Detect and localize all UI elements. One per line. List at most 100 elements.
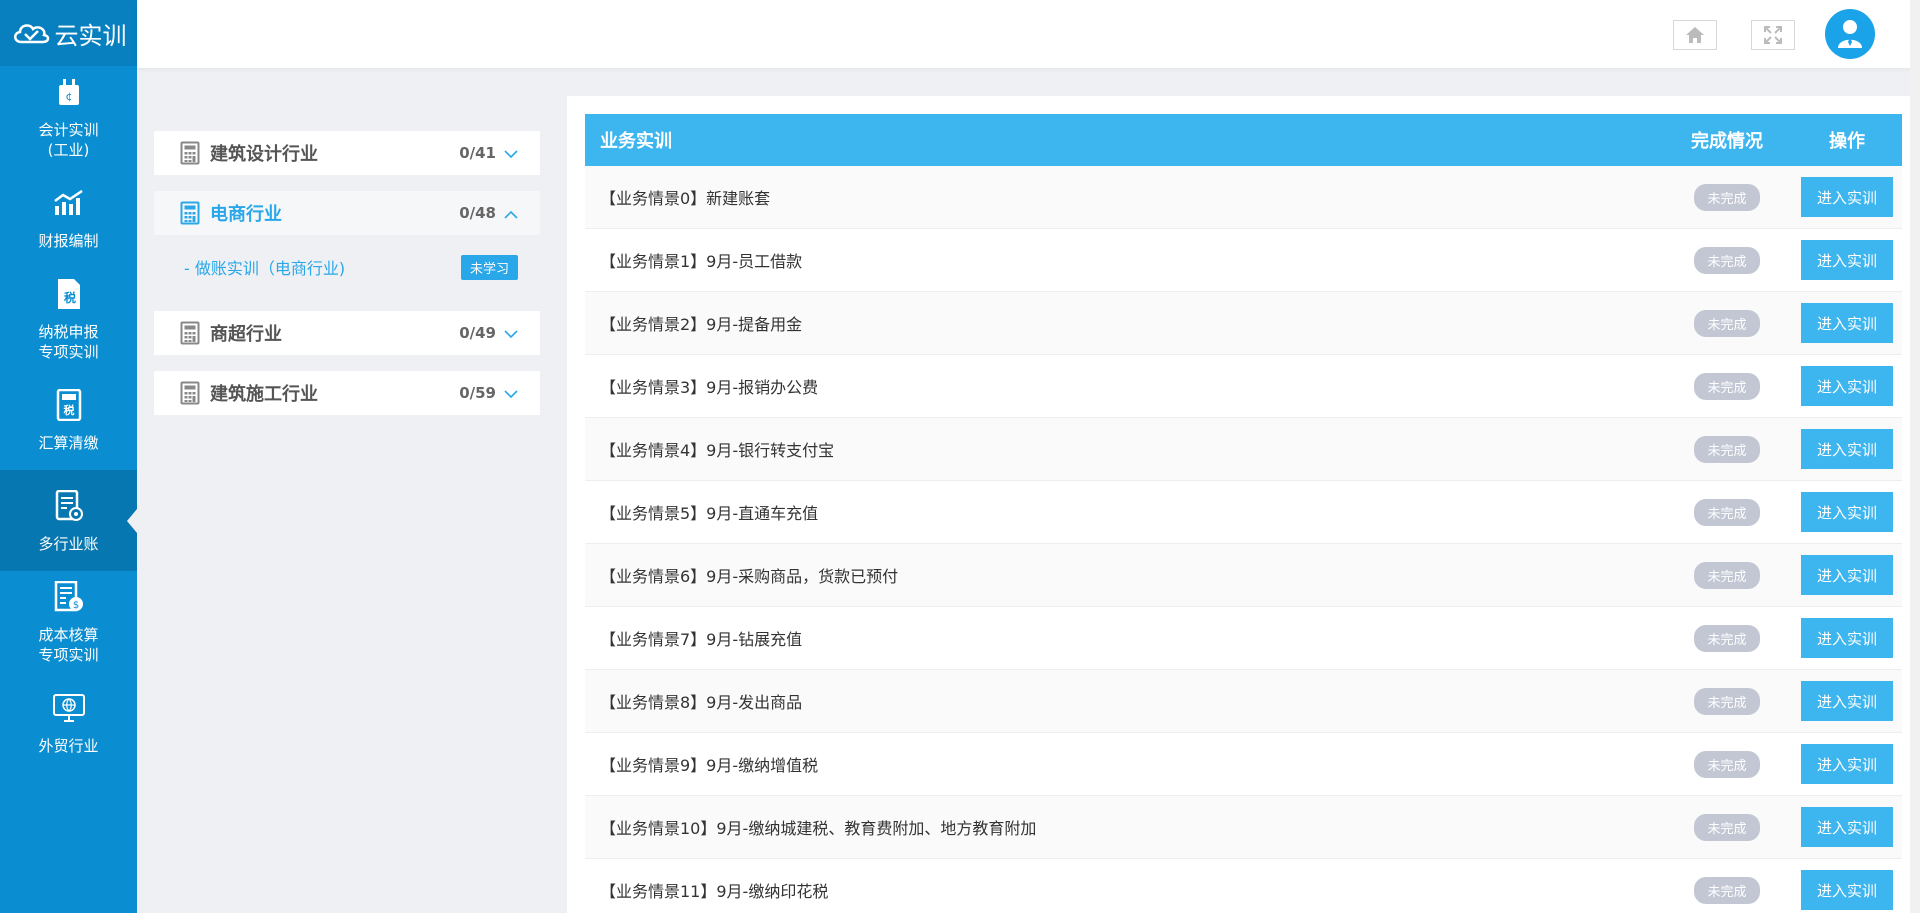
- header-action: 操作: [1829, 131, 1865, 152]
- table-row: 【业务情景8】9月-发出商品 未完成 进入实训: [585, 670, 1902, 733]
- category-3[interactable]: 建筑施工行业 0/59: [154, 371, 540, 415]
- category-name: 电商行业: [210, 204, 282, 225]
- status-badge: 未完成: [1694, 246, 1760, 274]
- chevron-down-icon: [504, 324, 518, 343]
- sidebar-item-label: 成本核算 专项实训: [38, 625, 99, 664]
- sidebar: 云实训 ¢ 会计实训 (工业) 财报编制税纳税申报 专项实训税汇算清缴 多行业账 $ 成本…: [0, 0, 137, 913]
- table-row: 【业务情景3】9月-报销办公费 未完成 进入实训: [585, 355, 1902, 418]
- status-cell: 未完成: [1662, 435, 1792, 463]
- category-0[interactable]: 建筑设计行业 0/41: [154, 131, 540, 175]
- action-cell: 进入实训: [1792, 303, 1902, 343]
- industry-category-panel: 建筑设计行业 0/41 电商行业 0/48 - 做账实训（电商行业) 未学习 商超行业 0/4…: [154, 131, 540, 431]
- sidebar-item-3[interactable]: 税汇算清缴: [0, 369, 137, 470]
- task-name: 【业务情景9】9月-缴纳增值税: [600, 756, 819, 775]
- status-badge: 未完成: [1694, 624, 1760, 652]
- action-cell: 进入实训: [1792, 555, 1902, 595]
- status-cell: 未完成: [1662, 246, 1792, 274]
- status-badge: 未完成: [1694, 183, 1760, 211]
- status-cell: 未完成: [1662, 750, 1792, 778]
- table-header: 业务实训 完成情况 操作: [585, 114, 1902, 166]
- enter-training-button[interactable]: 进入实训: [1801, 366, 1893, 406]
- chevron-up-icon: [504, 204, 518, 223]
- status-badge: 未学习: [460, 254, 518, 280]
- status-badge: 未完成: [1694, 498, 1760, 526]
- enter-training-button[interactable]: 进入实训: [1801, 744, 1893, 784]
- svg-text:税: 税: [63, 290, 75, 305]
- sidebar-item-1[interactable]: 财报编制: [0, 167, 137, 268]
- status-cell: 未完成: [1662, 876, 1792, 904]
- table-row: 【业务情景6】9月-采购商品，货款已预付 未完成 进入实训: [585, 544, 1902, 607]
- action-cell: 进入实训: [1792, 240, 1902, 280]
- task-name: 【业务情景10】9月-缴纳城建税、教育费附加、地方教育附加: [600, 819, 1037, 838]
- table-row: 【业务情景5】9月-直通车充值 未完成 进入实训: [585, 481, 1902, 544]
- status-cell: 未完成: [1662, 813, 1792, 841]
- chevron-down-icon: [504, 144, 518, 163]
- task-name: 【业务情景8】9月-发出商品: [600, 693, 803, 712]
- status-cell: 未完成: [1662, 561, 1792, 589]
- sidebar-item-2[interactable]: 税纳税申报 专项实训: [0, 268, 137, 369]
- enter-training-button[interactable]: 进入实训: [1801, 681, 1893, 721]
- training-list-panel: 业务实训 完成情况 操作 【业务情景0】新建账套 未完成 进入实训 【业务情景1】9月…: [567, 96, 1920, 913]
- page-scrollbar[interactable]: [1910, 0, 1920, 913]
- multi-ledger-icon: [51, 488, 87, 524]
- category-name: 商超行业: [210, 324, 282, 345]
- action-cell: 进入实训: [1792, 177, 1902, 217]
- brand-name: 云实训: [54, 21, 127, 50]
- category-count: 0/59: [459, 384, 496, 402]
- table-row: 【业务情景9】9月-缴纳增值税 未完成 进入实训: [585, 733, 1902, 796]
- chart-icon: [51, 185, 87, 221]
- action-cell: 进入实训: [1792, 366, 1902, 406]
- enter-training-button[interactable]: 进入实训: [1801, 429, 1893, 469]
- task-name: 【业务情景1】9月-员工借款: [600, 252, 803, 271]
- category-name: 建筑设计行业: [210, 144, 318, 165]
- calculator-icon: [180, 141, 200, 165]
- category-2[interactable]: 商超行业 0/49: [154, 311, 540, 355]
- task-name: 【业务情景3】9月-报销办公费: [600, 378, 819, 397]
- svg-text:¢: ¢: [65, 90, 72, 103]
- logo: 云实训: [0, 0, 137, 66]
- status-cell: 未完成: [1662, 687, 1792, 715]
- fullscreen-icon: [1764, 26, 1782, 44]
- table-row: 【业务情景4】9月-银行转支付宝 未完成 进入实训: [585, 418, 1902, 481]
- enter-training-button[interactable]: 进入实训: [1801, 555, 1893, 595]
- action-cell: 进入实训: [1792, 870, 1902, 910]
- task-name: 【业务情景5】9月-直通车充值: [600, 504, 819, 523]
- status-badge: 未完成: [1694, 372, 1760, 400]
- enter-training-button[interactable]: 进入实训: [1801, 870, 1893, 910]
- home-button[interactable]: [1673, 20, 1717, 50]
- sidebar-item-6[interactable]: 外贸行业: [0, 672, 137, 773]
- calculator-icon: [180, 381, 200, 405]
- table-row: 【业务情景2】9月-提备用金 未完成 进入实训: [585, 292, 1902, 355]
- enter-training-button[interactable]: 进入实训: [1801, 492, 1893, 532]
- table-row: 【业务情景1】9月-员工借款 未完成 进入实训: [585, 229, 1902, 292]
- enter-training-button[interactable]: 进入实训: [1801, 618, 1893, 658]
- user-avatar[interactable]: [1825, 9, 1875, 59]
- enter-training-button[interactable]: 进入实训: [1801, 177, 1893, 217]
- sidebar-item-4[interactable]: 多行业账: [0, 470, 137, 571]
- category-count: 0/41: [459, 144, 496, 162]
- svg-text:$: $: [72, 600, 78, 611]
- status-cell: 未完成: [1662, 624, 1792, 652]
- sidebar-item-label: 会计实训 (工业): [38, 120, 99, 159]
- action-cell: 进入实训: [1792, 681, 1902, 721]
- accounting-icon: ¢: [51, 74, 87, 110]
- action-cell: 进入实训: [1792, 492, 1902, 532]
- task-name: 【业务情景6】9月-采购商品，货款已预付: [600, 567, 899, 586]
- chevron-down-icon: [504, 384, 518, 403]
- tax-report-icon: 税: [51, 276, 87, 312]
- task-name: 【业务情景0】新建账套: [600, 189, 771, 208]
- status-badge: 未完成: [1694, 561, 1760, 589]
- enter-training-button[interactable]: 进入实训: [1801, 807, 1893, 847]
- enter-training-button[interactable]: 进入实训: [1801, 240, 1893, 280]
- enter-training-button[interactable]: 进入实训: [1801, 303, 1893, 343]
- subcategory-item[interactable]: - 做账实训（电商行业) 未学习: [154, 249, 540, 285]
- sidebar-item-label: 财报编制: [38, 231, 99, 250]
- sidebar-item-0[interactable]: ¢ 会计实训 (工业): [0, 66, 137, 167]
- sidebar-item-5[interactable]: $ 成本核算 专项实训: [0, 571, 137, 672]
- calculator-icon: [180, 321, 200, 345]
- category-1[interactable]: 电商行业 0/48: [154, 191, 540, 235]
- task-name: 【业务情景2】9月-提备用金: [600, 315, 803, 334]
- user-icon: [1838, 20, 1862, 48]
- status-cell: 未完成: [1662, 498, 1792, 526]
- fullscreen-button[interactable]: [1751, 20, 1795, 50]
